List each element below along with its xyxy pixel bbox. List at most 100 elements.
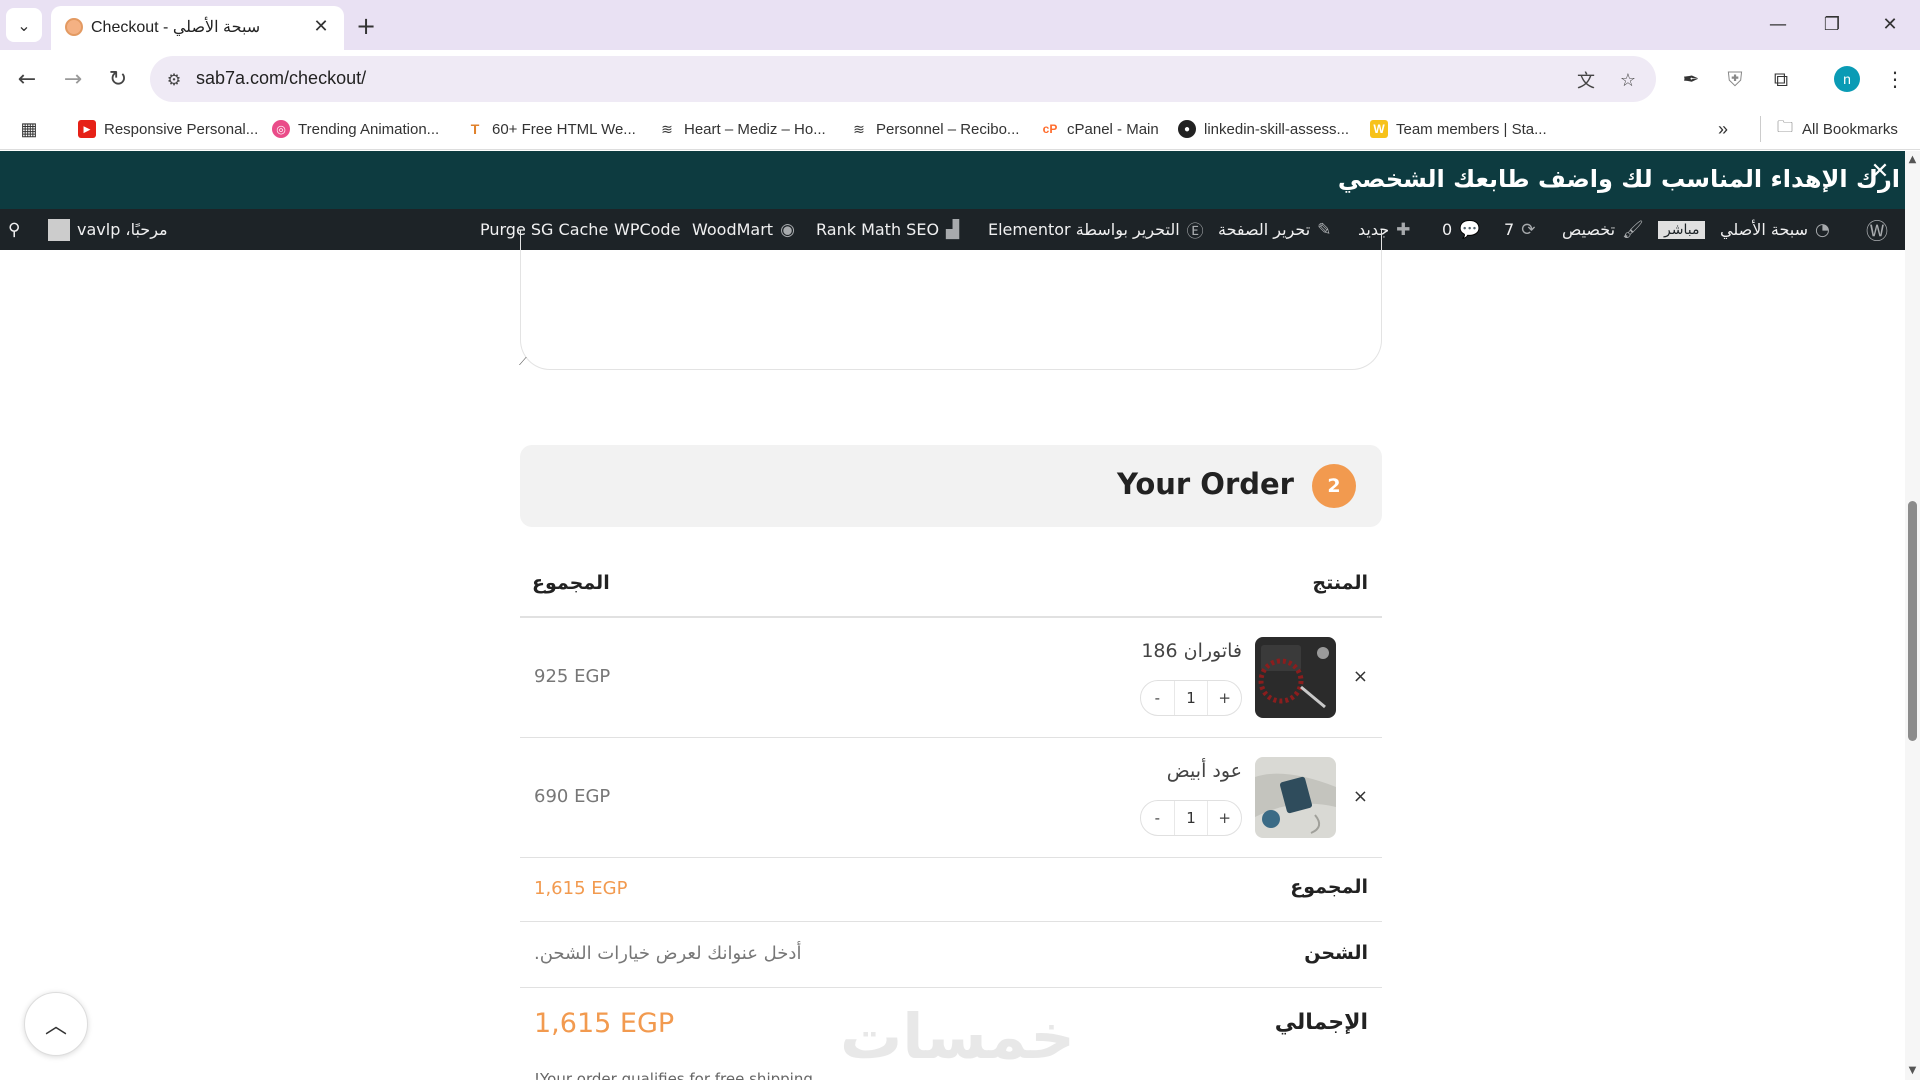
minimize-icon: — xyxy=(1769,13,1787,35)
all-bookmarks-button[interactable]: 🗀 All Bookmarks xyxy=(1776,117,1898,141)
kebab-icon[interactable]: ⋮ xyxy=(1880,64,1910,94)
chevron-up-icon: ︿ xyxy=(44,1014,67,1039)
tab-close-button[interactable]: ✕ xyxy=(307,12,335,40)
bookmark-item[interactable]: ● linkedin-skill-assess... xyxy=(1178,117,1349,141)
stack-icon: ≋ xyxy=(853,120,865,137)
scroll-to-top-button[interactable]: ︿ xyxy=(24,992,88,1056)
updates-count: 7 xyxy=(1504,220,1515,239)
bookmarks-overflow-button[interactable]: » xyxy=(1718,117,1728,141)
step-badge: 2 xyxy=(1312,464,1356,508)
profile-avatar[interactable]: n xyxy=(1834,66,1860,92)
pen-icon[interactable]: ✒ xyxy=(1676,64,1706,94)
bookmark-label: cPanel - Main xyxy=(1067,120,1159,138)
page-scrollbar[interactable]: ▲ ▼ xyxy=(1905,151,1920,1080)
tab-list-button[interactable]: ⌄ xyxy=(6,8,42,42)
order-heading: 2 Your Order xyxy=(520,445,1382,527)
restore-icon: ❐ xyxy=(1823,13,1841,35)
quantity-stepper[interactable]: - 1 + xyxy=(1140,680,1242,716)
qty-input[interactable]: 1 xyxy=(1173,801,1209,835)
admin-customize[interactable]: تخصيص 🖌 xyxy=(1562,209,1644,250)
minimize-button[interactable]: — xyxy=(1756,6,1800,42)
admin-live-status: مباشر xyxy=(1658,209,1706,250)
close-icon: ✕ xyxy=(1870,158,1890,184)
remove-item-button[interactable]: × xyxy=(1353,666,1368,687)
admin-account-menu[interactable]: مرحبًا، vavlp xyxy=(48,209,168,250)
translate-icon[interactable]: 文 xyxy=(1572,66,1600,94)
bookmark-label: Personnel – Recibo... xyxy=(876,120,1020,138)
column-header-total: المجموع xyxy=(532,572,610,594)
search-icon: ⚲ xyxy=(8,219,21,240)
bookmark-item[interactable]: T 60+ Free HTML We... xyxy=(466,117,636,141)
browser-tab-active[interactable]: Checkout - سبحة الأصلي ✕ xyxy=(51,6,344,50)
star-icon[interactable]: ☆ xyxy=(1614,66,1642,94)
qty-decrease-button[interactable]: - xyxy=(1141,689,1174,707)
product-thumbnail[interactable] xyxy=(1255,637,1336,718)
bookmark-item[interactable]: ▶ Responsive Personal... xyxy=(78,117,258,141)
window-close-button[interactable]: ✕ xyxy=(1868,6,1912,42)
promo-text: ارك الإهداء المناسب لك واضف طابعك الشخصي xyxy=(1337,165,1900,193)
comments-count: 0 xyxy=(1442,220,1453,239)
resize-handle-icon[interactable]: ⟋ xyxy=(519,355,527,369)
qty-decrease-button[interactable]: - xyxy=(1141,809,1174,827)
prayer-beads-image xyxy=(1255,637,1336,718)
table-header-row: المنتج المجموع xyxy=(520,560,1382,618)
qty-increase-button[interactable]: + xyxy=(1208,809,1241,827)
bookmark-item[interactable]: ◎ Trending Animation... xyxy=(272,117,439,141)
youtube-icon: ▶ xyxy=(78,120,96,138)
comment-icon: 💬 xyxy=(1459,219,1481,240)
bookmark-label: Responsive Personal... xyxy=(104,120,259,138)
bookmark-item[interactable]: ≋ Heart – Mediz – Ho... xyxy=(658,117,826,141)
product-name[interactable]: فاتوران 186 xyxy=(1141,640,1242,662)
customize-label: تخصيص xyxy=(1562,220,1616,239)
product-thumbnail[interactable] xyxy=(1255,757,1336,838)
shield-icon[interactable]: ⛨ xyxy=(1720,64,1750,94)
plus-icon: ✚ xyxy=(1396,219,1411,240)
t-icon: T xyxy=(470,121,480,137)
admin-search-button[interactable]: ⚲ xyxy=(8,209,20,250)
shipping-row: الشحن أدخل عنوانك لعرض خيارات الشحن. xyxy=(520,922,1382,988)
perfume-image xyxy=(1255,757,1336,838)
restore-button[interactable]: ❐ xyxy=(1810,6,1854,42)
bookmark-label: Team members | Sta... xyxy=(1396,120,1547,138)
refresh-icon: ⟳ xyxy=(1521,219,1536,240)
close-icon: ✕ xyxy=(1882,13,1898,35)
scroll-down-arrow-icon[interactable]: ▼ xyxy=(1905,1062,1920,1078)
quantity-stepper[interactable]: - 1 + xyxy=(1140,800,1242,836)
admin-wp-logo[interactable]: Ⓦ xyxy=(1866,209,1888,250)
forward-button[interactable]: → xyxy=(56,62,90,96)
greeting-text: مرحبًا، vavlp xyxy=(77,220,168,239)
watermark-logo: خمسات xyxy=(840,1000,1075,1073)
dashboard-icon: ◔ xyxy=(1815,219,1830,240)
avatar xyxy=(48,218,70,241)
reload-icon: ↻ xyxy=(108,66,128,92)
qty-input[interactable]: 1 xyxy=(1173,681,1209,715)
free-shipping-note: !Your order qualifies for free shipping xyxy=(534,1070,813,1080)
reload-button[interactable]: ↻ xyxy=(101,62,135,96)
order-notes-textarea[interactable] xyxy=(520,230,1382,370)
live-badge: مباشر xyxy=(1658,220,1706,239)
new-tab-button[interactable]: + xyxy=(350,10,382,42)
promo-close-button[interactable]: ✕ xyxy=(1868,158,1892,184)
remove-item-button[interactable]: × xyxy=(1353,786,1368,807)
bookmark-item[interactable]: cP cPanel - Main xyxy=(1041,117,1159,141)
puzzle-icon[interactable]: ⧉ xyxy=(1766,64,1796,94)
apps-button[interactable]: ▦ xyxy=(20,117,38,141)
address-bar[interactable]: ⚙ sab7a.com/checkout/ 文 ☆ xyxy=(150,56,1656,102)
bookmark-item[interactable]: ≋ Personnel – Recibo... xyxy=(850,117,1019,141)
scroll-up-arrow-icon[interactable]: ▲ xyxy=(1905,151,1920,167)
browser-toolbar: ← → ↻ ⚙ sab7a.com/checkout/ 文 ☆ ✒ ⛨ ⧉ n … xyxy=(0,50,1920,108)
admin-updates[interactable]: 7 ⟳ xyxy=(1504,209,1535,250)
back-button[interactable]: ← xyxy=(10,62,44,96)
admin-comments[interactable]: 0 💬 xyxy=(1442,209,1480,250)
stack-icon: ≋ xyxy=(661,120,673,137)
table-row: × عود أبيض - 1 + 690 EGP xyxy=(520,738,1382,858)
url-text[interactable]: sab7a.com/checkout/ xyxy=(196,68,366,89)
bookmark-item[interactable]: W Team members | Sta... xyxy=(1370,117,1547,141)
total-value: 1,615 EGP xyxy=(534,1008,675,1039)
scrollbar-thumb[interactable] xyxy=(1908,501,1917,741)
admin-site-name[interactable]: سبحة الأصلي ◔ xyxy=(1720,209,1830,250)
wordpress-icon: Ⓦ xyxy=(1866,219,1889,245)
qty-increase-button[interactable]: + xyxy=(1208,689,1241,707)
tune-icon[interactable]: ⚙ xyxy=(162,67,186,91)
product-name[interactable]: عود أبيض xyxy=(1167,760,1242,782)
